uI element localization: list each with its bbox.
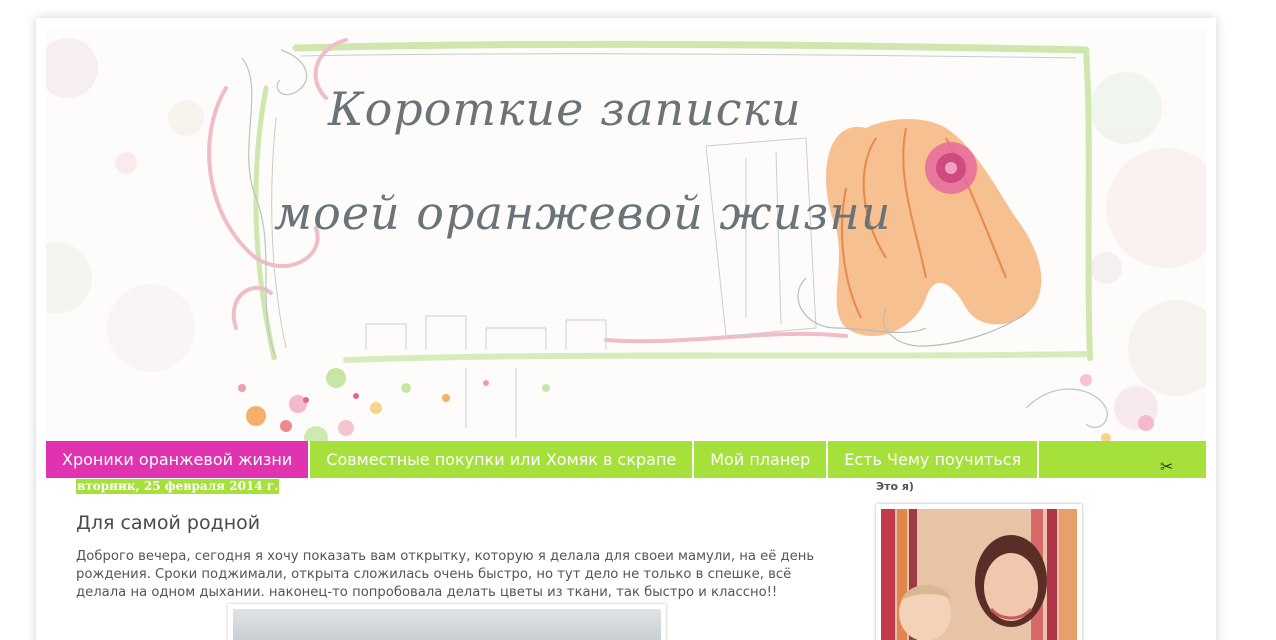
main-navigation: Хроники оранжевой жизни Совместные покуп… xyxy=(46,441,1206,478)
post-photo[interactable] xyxy=(228,604,666,640)
post-title[interactable]: Для самой родной xyxy=(76,512,260,534)
blog-page: Короткие записки моей оранжевой жизни Хр… xyxy=(36,18,1216,640)
nav-item-my-planner[interactable]: Мой планер xyxy=(694,441,829,478)
nav-item-chronicles[interactable]: Хроники оранжевой жизни xyxy=(46,441,311,478)
blog-header-banner[interactable]: Короткие записки моей оранжевой жизни xyxy=(46,28,1206,441)
post-photo-image xyxy=(233,609,661,640)
nav-item-learn-from[interactable]: Есть Чему поучиться xyxy=(828,441,1040,478)
sidebar-profile-title: Это я) xyxy=(876,480,914,493)
post-body: Доброго вечера, сегодня я хочу показать … xyxy=(76,549,815,600)
profile-photo-image xyxy=(881,509,1077,640)
blog-title-line-2: моей оранжевой жизни xyxy=(274,186,892,240)
scissors-icon[interactable]: ✂ xyxy=(1160,458,1178,476)
nav-item-joint-purchases[interactable]: Совместные покупки или Хомяк в скрапе xyxy=(310,441,695,478)
blog-title-line-1: Короткие записки xyxy=(328,82,802,136)
sidebar-profile-photo[interactable] xyxy=(876,504,1082,640)
post-date: вторник, 25 февраля 2014 г. xyxy=(76,479,280,494)
